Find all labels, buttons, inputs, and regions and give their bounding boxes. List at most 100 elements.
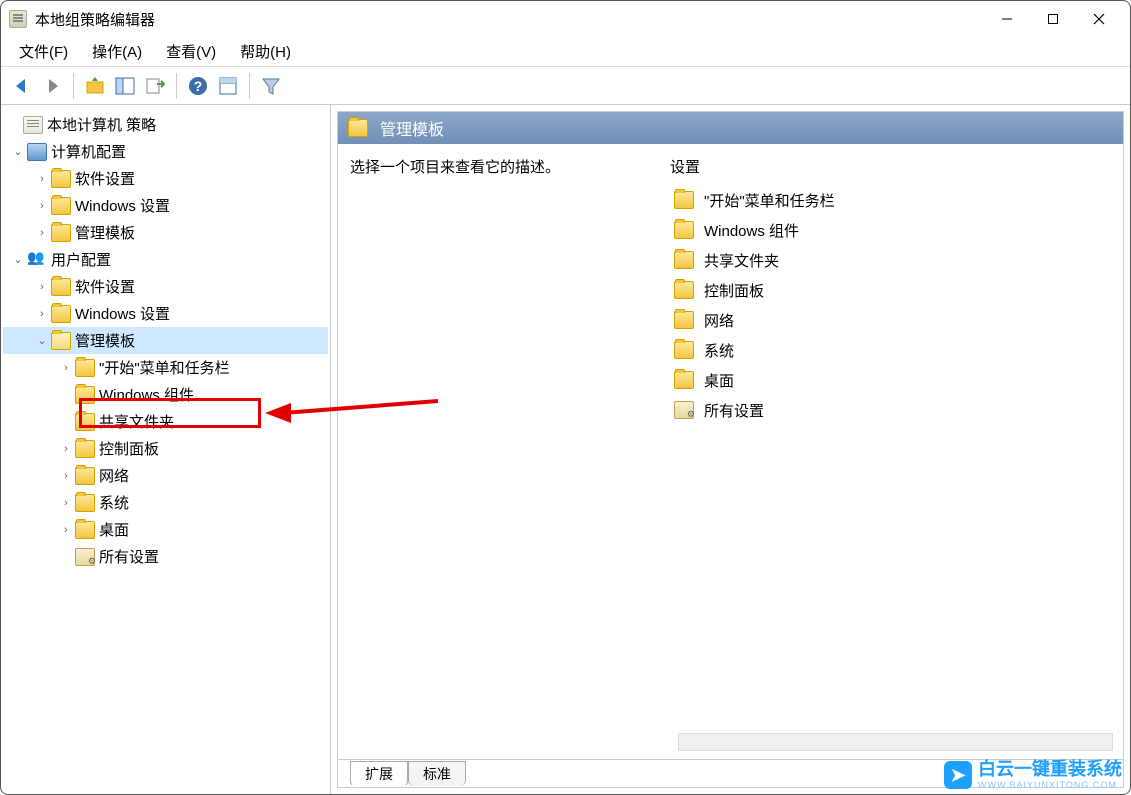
folder-icon — [75, 440, 95, 458]
show-hide-tree-button[interactable] — [110, 71, 140, 101]
tree-item[interactable]: › "开始"菜单和任务栏 — [3, 354, 328, 381]
chevron-right-icon[interactable]: › — [33, 308, 51, 320]
forward-button[interactable] — [37, 71, 67, 101]
list-item[interactable]: 控制面板 — [670, 275, 839, 305]
tree-label: 桌面 — [99, 519, 129, 540]
window-controls — [984, 3, 1122, 35]
folder-icon — [51, 224, 71, 242]
tree-label: Windows 设置 — [75, 303, 170, 324]
tree-computer-config[interactable]: ⌄ 计算机配置 — [3, 138, 328, 165]
minimize-button[interactable] — [984, 3, 1030, 35]
app-icon — [9, 10, 27, 28]
policy-icon — [23, 116, 43, 134]
list-item[interactable]: 共享文件夹 — [670, 245, 839, 275]
folder-icon — [674, 341, 694, 359]
menu-help[interactable]: 帮助(H) — [228, 37, 303, 66]
tree-label: 控制面板 — [99, 438, 159, 459]
tree-item[interactable]: › 网络 — [3, 462, 328, 489]
chevron-right-icon[interactable]: › — [33, 173, 51, 185]
chevron-right-icon[interactable]: › — [33, 227, 51, 239]
list-item[interactable]: 系统 — [670, 335, 839, 365]
tree-item[interactable]: › Windows 设置 — [3, 192, 328, 219]
chevron-right-icon[interactable]: › — [57, 362, 75, 374]
filter-button[interactable] — [256, 71, 286, 101]
item-label: 所有设置 — [704, 400, 764, 421]
chevron-down-icon[interactable]: ⌄ — [33, 334, 51, 347]
description-text: 选择一个项目来查看它的描述。 — [350, 156, 650, 177]
tree-user-config[interactable]: ⌄ 用户配置 — [3, 246, 328, 273]
close-button[interactable] — [1076, 3, 1122, 35]
tree-item-windows-components[interactable]: Windows 组件 — [3, 381, 328, 408]
folder-icon — [674, 191, 694, 209]
list-item[interactable]: 桌面 — [670, 365, 839, 395]
list-item[interactable]: Windows 组件 — [670, 215, 839, 245]
folder-icon — [75, 386, 95, 404]
folder-icon — [75, 521, 95, 539]
chevron-down-icon[interactable]: ⌄ — [9, 253, 27, 266]
tree-item[interactable]: › 桌面 — [3, 516, 328, 543]
toolbar: ? — [1, 67, 1130, 105]
tree-label: Windows 组件 — [99, 384, 194, 405]
title-bar: 本地组策略编辑器 — [1, 1, 1130, 37]
up-folder-button[interactable] — [80, 71, 110, 101]
chevron-down-icon[interactable]: ⌄ — [9, 145, 27, 158]
folder-icon — [674, 311, 694, 329]
tab-standard[interactable]: 标准 — [408, 761, 466, 786]
export-button[interactable] — [140, 71, 170, 101]
chevron-right-icon[interactable]: › — [57, 470, 75, 482]
maximize-button[interactable] — [1030, 3, 1076, 35]
list-column: 设置 "开始"菜单和任务栏 Windows 组件 共享文件夹 控制面板 网络 系… — [670, 156, 839, 747]
tree-label: 所有设置 — [99, 546, 159, 567]
tree-item[interactable]: › 控制面板 — [3, 435, 328, 462]
tree-pane[interactable]: 本地计算机 策略 ⌄ 计算机配置 › 软件设置 › Windows 设置 ›管理模板… — [1, 105, 331, 794]
folder-icon — [75, 359, 95, 377]
menu-file[interactable]: 文件(F) — [7, 37, 80, 66]
tree-label: 软件设置 — [75, 168, 135, 189]
chevron-right-icon[interactable]: › — [33, 200, 51, 212]
chevron-right-icon[interactable]: › — [33, 281, 51, 293]
back-button[interactable] — [7, 71, 37, 101]
tree-label: 用户配置 — [51, 249, 111, 270]
menu-action[interactable]: 操作(A) — [80, 37, 154, 66]
tree-item[interactable]: 共享文件夹 — [3, 408, 328, 435]
tab-extended[interactable]: 扩展 — [350, 761, 408, 787]
tree-root[interactable]: 本地计算机 策略 — [3, 111, 328, 138]
chevron-right-icon[interactable]: › — [57, 497, 75, 509]
properties-button[interactable] — [213, 71, 243, 101]
folder-open-icon — [348, 119, 368, 137]
help-button[interactable]: ? — [183, 71, 213, 101]
tree-label: 本地计算机 策略 — [47, 114, 156, 135]
folder-icon — [51, 278, 71, 296]
folder-icon — [674, 281, 694, 299]
list-item-all-settings[interactable]: 所有设置 — [670, 395, 839, 425]
folder-icon — [51, 305, 71, 323]
item-label: 系统 — [704, 340, 734, 361]
folder-open-icon — [51, 332, 71, 350]
list-header[interactable]: 设置 — [670, 156, 839, 177]
tree-label: Windows 设置 — [75, 195, 170, 216]
horizontal-scrollbar[interactable] — [678, 733, 1113, 751]
chevron-right-icon[interactable]: › — [57, 524, 75, 536]
tree-item[interactable]: › Windows 设置 — [3, 300, 328, 327]
folder-icon — [674, 371, 694, 389]
list-item[interactable]: 网络 — [670, 305, 839, 335]
tree-item[interactable]: ›系统 — [3, 489, 328, 516]
toolbar-separator — [176, 73, 177, 99]
tree-item-admin-templates[interactable]: ⌄管理模板 — [3, 327, 328, 354]
tree-item[interactable]: › 软件设置 — [3, 273, 328, 300]
menu-view[interactable]: 查看(V) — [154, 37, 228, 66]
tree-label: 网络 — [99, 465, 129, 486]
content-pane: 管理模板 选择一个项目来查看它的描述。 设置 "开始"菜单和任务栏 Window… — [337, 111, 1124, 788]
chevron-right-icon[interactable]: › — [57, 443, 75, 455]
tree-item-all-settings[interactable]: 所有设置 — [3, 543, 328, 570]
description-column: 选择一个项目来查看它的描述。 — [350, 156, 650, 747]
folder-icon — [75, 413, 95, 431]
tree-label: "开始"菜单和任务栏 — [99, 357, 230, 378]
watermark-text: 白云一键重装系统 — [978, 759, 1122, 779]
tree-item[interactable]: ›管理模板 — [3, 219, 328, 246]
list-item[interactable]: "开始"菜单和任务栏 — [670, 185, 839, 215]
policy-tree[interactable]: 本地计算机 策略 ⌄ 计算机配置 › 软件设置 › Windows 设置 ›管理模板… — [3, 111, 328, 570]
folder-icon — [51, 170, 71, 188]
tree-item[interactable]: › 软件设置 — [3, 165, 328, 192]
tree-label: 软件设置 — [75, 276, 135, 297]
